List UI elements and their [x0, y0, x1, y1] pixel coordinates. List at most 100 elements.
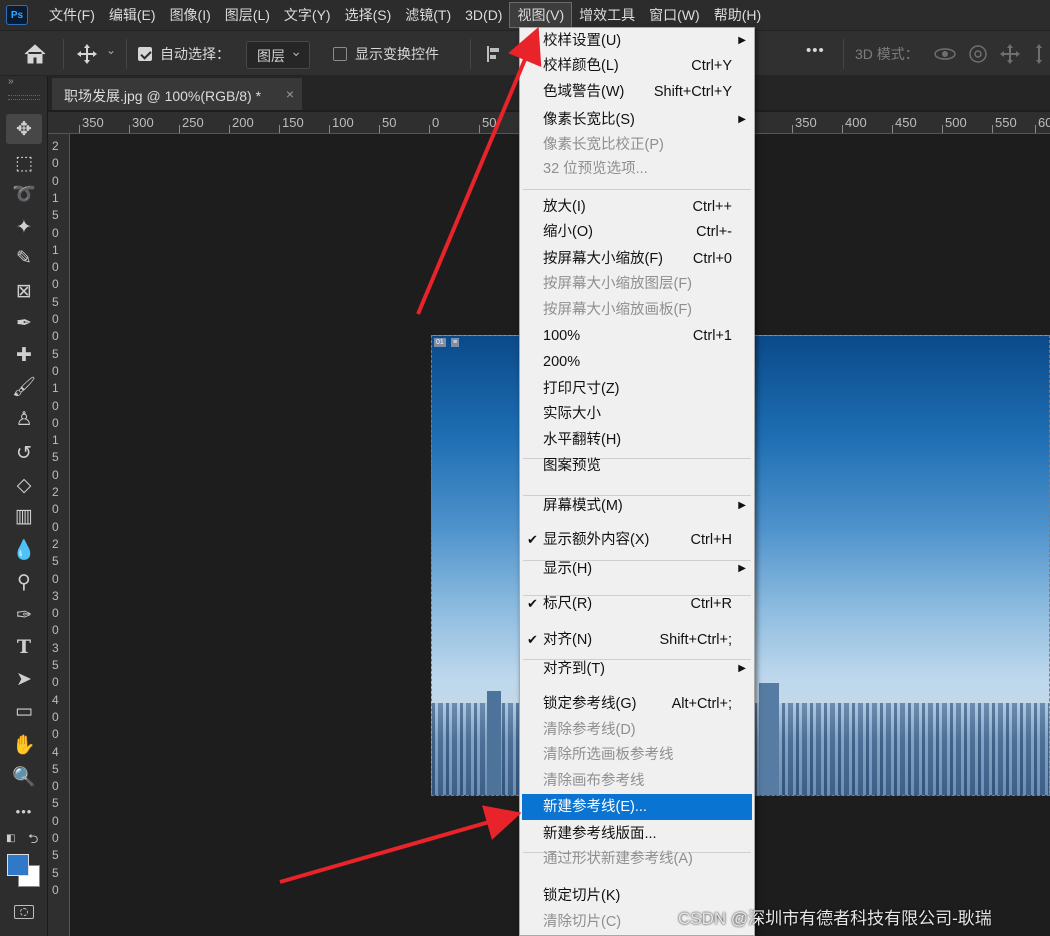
view-menu-item[interactable]: 清除画布参考线 [520, 768, 754, 794]
menu-item[interactable]: 图层(L) [218, 2, 277, 28]
close-tab-icon[interactable]: × [286, 86, 294, 102]
view-menu-item[interactable]: 放大(I) Ctrl++ [520, 194, 754, 220]
default-colors-icon[interactable]: ◧ [6, 833, 15, 844]
menu-item[interactable]: 3D(D) [458, 2, 509, 28]
view-menu-item[interactable]: 新建参考线(E)... [522, 794, 752, 820]
view-menu-item[interactable]: 像素长宽比(S) ▶ [520, 107, 754, 133]
menu-item[interactable]: 文件(F) [42, 2, 102, 28]
move-tool-icon[interactable]: ✥ [6, 114, 42, 144]
checkmark-icon: ✔ [527, 596, 538, 611]
more-tools-icon[interactable]: ••• [6, 796, 42, 826]
menu-item[interactable]: 帮助(H) [707, 2, 768, 28]
menu-item[interactable]: 视图(V) [509, 2, 573, 28]
view-menu-item-label: 缩小(O) [543, 224, 593, 240]
vertical-ruler[interactable]: 2 0 0 1 5 0 1 0 0 5 0 0 5 0 1 0 0 1 5 0 2 0 0 2 5 0 3 0 0 3 5 0 4 0 0 4 5 0 5 0… [48, 134, 70, 936]
show-transform-checkbox[interactable] [333, 47, 347, 61]
menu-item[interactable]: 编辑(E) [102, 2, 163, 28]
menu-item[interactable]: 文字(Y) [277, 2, 338, 28]
tools-panel: » ✥ ⬚ ➰ ✦ ✎ ⊠ ✒ ✚ 🖌 ♙ ↺ ◇ ▥ 💧 ⚲ ✑ T ➤ ▭ ✋ 🔍 ••• ◧ ⮌ [0, 76, 48, 936]
foreground-color-swatch[interactable] [7, 854, 29, 876]
frame-tool-icon[interactable]: ⊠ [6, 276, 42, 306]
eyedropper-tool-icon[interactable]: ✒ [6, 308, 42, 338]
view-menu-item[interactable]: 实际大小 [520, 401, 754, 427]
view-menu-item[interactable]: 按屏幕大小缩放图层(F) [520, 271, 754, 297]
ruler-label: 1 [52, 190, 59, 205]
auto-select-checkbox[interactable] [138, 47, 152, 61]
ruler-label: 0 [52, 225, 59, 240]
magic-wand-tool-icon[interactable]: ✦ [6, 212, 42, 242]
document-tab[interactable]: 职场发展.jpg @ 100%(RGB/8) * × [52, 78, 302, 110]
quick-mask-icon[interactable] [14, 905, 34, 919]
menu-item[interactable]: 增效工具 [572, 2, 642, 28]
view-menu-item[interactable]: ✔ 显示额外内容(X) Ctrl+H [520, 527, 754, 553]
view-menu-item[interactable]: 100% Ctrl+1 [520, 323, 754, 349]
collapse-panel-icon[interactable]: » [8, 76, 14, 87]
selection-brush-tool-icon[interactable]: ✎ [6, 243, 42, 273]
ruler-label: 0 [52, 398, 59, 413]
view-menu-item[interactable]: 屏幕模式(M) ▶ [520, 493, 754, 519]
ruler-label: 0 [52, 312, 59, 326]
eraser-tool-icon[interactable]: ◇ [6, 470, 42, 500]
menu-item[interactable]: 选择(S) [338, 2, 399, 28]
path-selection-tool-icon[interactable]: ➤ [6, 664, 42, 694]
hand-tool-icon[interactable]: ✋ [6, 730, 42, 760]
ruler-label: 0 [52, 813, 59, 828]
auto-select-target-dropdown[interactable]: 图层 [246, 41, 310, 69]
type-tool-icon[interactable]: T [6, 632, 42, 662]
home-icon[interactable] [22, 43, 48, 65]
chevron-down-icon[interactable]: ⌄ [106, 43, 116, 57]
menu-item[interactable]: 窗口(W) [642, 2, 707, 28]
more-options-button[interactable]: ••• [806, 42, 825, 59]
view-menu-item[interactable]: 缩小(O) Ctrl+- [520, 219, 754, 245]
move-tool-preset-icon[interactable] [75, 42, 99, 66]
view-menu-item[interactable]: 清除参考线(D) [520, 717, 754, 743]
view-menu-item[interactable]: 清除所选画板参考线 [520, 742, 754, 768]
view-menu-item[interactable]: 打印尺寸(Z) [520, 376, 754, 402]
align-left-icon[interactable] [484, 43, 506, 65]
blur-tool-icon[interactable]: 💧 [6, 535, 42, 565]
3d-slide-icon[interactable] [1028, 42, 1050, 66]
view-menu-item[interactable]: 200% [520, 349, 754, 375]
view-menu-item[interactable]: 新建参考线版面... [520, 821, 754, 847]
3d-pan-icon[interactable] [998, 42, 1022, 66]
lasso-tool-icon[interactable]: ➰ [6, 179, 42, 209]
marquee-tool-icon[interactable]: ⬚ [6, 148, 42, 178]
view-menu-item[interactable]: 按屏幕大小缩放(F) Ctrl+0 [520, 246, 754, 272]
view-menu-item[interactable]: 像素长宽比校正(P) [520, 132, 754, 158]
view-menu-item[interactable]: 水平翻转(H) [520, 427, 754, 453]
view-menu-item[interactable]: 显示(H) ▶ [520, 556, 754, 582]
view-menu-item[interactable]: 对齐到(T) ▶ [520, 656, 754, 682]
view-menu-item[interactable]: 通过形状新建参考线(A) [520, 846, 754, 872]
pen-tool-icon[interactable]: ✑ [6, 600, 42, 630]
view-menu-item-label: 清除画布参考线 [543, 773, 645, 789]
ruler-label: 50 [482, 115, 497, 130]
menu-item[interactable]: 图像(I) [163, 2, 218, 28]
view-menu-item[interactable]: 色域警告(W) Shift+Ctrl+Y [520, 79, 754, 105]
zoom-tool-icon[interactable]: 🔍 [6, 762, 42, 792]
3d-orbit-icon[interactable] [932, 43, 958, 65]
toolbar-grip[interactable] [8, 95, 40, 100]
3d-roll-icon[interactable] [966, 42, 990, 66]
clone-stamp-tool-icon[interactable]: ♙ [6, 404, 42, 434]
brush-tool-icon[interactable]: 🖌 [6, 372, 42, 402]
view-menu-item[interactable]: 按屏幕大小缩放画板(F) [520, 297, 754, 323]
ruler-tick [179, 125, 180, 133]
ruler-label: 3 [52, 588, 59, 603]
view-menu-item[interactable]: ✔ 标尺(R) Ctrl+R [520, 591, 754, 617]
view-menu-item[interactable]: 32 位预览选项... [520, 156, 754, 182]
view-menu-item[interactable]: 图案预览 [520, 453, 754, 479]
options-separator [126, 39, 127, 69]
gradient-tool-icon[interactable]: ▥ [6, 501, 42, 531]
ruler-label: 0 [52, 277, 59, 292]
swap-colors-icon[interactable]: ⮌ [28, 830, 38, 852]
healing-brush-tool-icon[interactable]: ✚ [6, 340, 42, 370]
ruler-label: 5 [52, 554, 59, 569]
menu-item[interactable]: 滤镜(T) [398, 2, 458, 28]
rectangle-tool-icon[interactable]: ▭ [6, 696, 42, 726]
view-menu-item[interactable]: 校样设置(U) ▶ [520, 28, 754, 54]
view-menu-item[interactable]: 锁定参考线(G) Alt+Ctrl+; [520, 691, 754, 717]
dodge-tool-icon[interactable]: ⚲ [6, 567, 42, 597]
view-menu-item[interactable]: ✔ 对齐(N) Shift+Ctrl+; [520, 627, 754, 653]
history-brush-tool-icon[interactable]: ↺ [6, 438, 42, 468]
view-menu-item[interactable]: 校样颜色(L) Ctrl+Y [520, 53, 754, 79]
